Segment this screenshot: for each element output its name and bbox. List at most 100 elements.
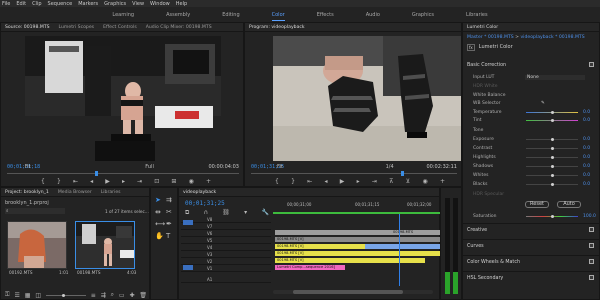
- tab-project[interactable]: Project: brooklyn_1: [5, 190, 49, 195]
- whites-knob[interactable]: [551, 174, 554, 177]
- tint-value[interactable]: 0.0: [583, 118, 590, 123]
- tab-sequence[interactable]: videoplayback: [183, 190, 216, 195]
- list-view-icon[interactable]: ☰: [14, 292, 19, 299]
- shadows-value[interactable]: 0.0: [583, 164, 590, 169]
- color-wheels-checkbox[interactable]: [589, 259, 594, 264]
- menu-window[interactable]: Window: [150, 1, 170, 7]
- program-export-frame-icon[interactable]: ◉: [422, 178, 427, 185]
- overwrite-icon[interactable]: ⊞: [171, 178, 176, 185]
- source-patch-v8[interactable]: [183, 220, 193, 225]
- menu-view[interactable]: View: [132, 1, 144, 7]
- program-mark-out-icon[interactable]: }: [291, 178, 295, 185]
- zoom-slider[interactable]: [45, 293, 86, 297]
- menu-sequence[interactable]: Sequence: [48, 1, 73, 7]
- whites-value[interactable]: 0.0: [583, 173, 590, 178]
- source-scrubber[interactable]: [7, 171, 239, 176]
- blacks-knob[interactable]: [551, 183, 554, 186]
- work-area-bar[interactable]: [273, 212, 441, 214]
- workspace-effects[interactable]: Effects: [317, 12, 334, 18]
- timeline-scrollbar[interactable]: [273, 290, 433, 294]
- track-header-v2[interactable]: V2: [181, 258, 271, 265]
- add-button-icon[interactable]: +: [206, 178, 211, 185]
- saturation-value[interactable]: 100.0: [583, 214, 596, 219]
- curves-checkbox[interactable]: [589, 243, 594, 248]
- workspace-color[interactable]: Color: [271, 12, 285, 21]
- timeline-playhead[interactable]: [399, 214, 400, 286]
- program-add-button-icon[interactable]: +: [440, 178, 445, 185]
- exposure-knob[interactable]: [551, 138, 554, 141]
- exposure-value[interactable]: 0.0: [583, 137, 590, 142]
- track-header-v6[interactable]: V6: [181, 230, 271, 237]
- creative-checkbox[interactable]: [589, 227, 594, 232]
- track-header-a1[interactable]: A1: [181, 276, 271, 283]
- menu-graphics[interactable]: Graphics: [104, 1, 126, 7]
- lumetri-clip[interactable]: videoplayback * 00198.MTS: [520, 35, 584, 40]
- workspace-libraries[interactable]: Libraries: [466, 12, 488, 18]
- temperature-value[interactable]: 0.0: [583, 110, 590, 115]
- menu-file[interactable]: File: [2, 1, 10, 7]
- snap-icon[interactable]: ∩: [204, 209, 208, 216]
- eyedropper-icon[interactable]: ✎: [541, 101, 545, 106]
- workspace-assembly[interactable]: Assembly: [166, 12, 190, 18]
- program-page[interactable]: 1/4: [386, 164, 394, 170]
- hsl-checkbox[interactable]: [589, 275, 594, 280]
- creative-header[interactable]: Creative: [467, 228, 487, 233]
- track-header-v5[interactable]: V5: [181, 237, 271, 244]
- project-search-input[interactable]: ⌕: [5, 208, 65, 214]
- saturation-slider[interactable]: [526, 215, 578, 218]
- program-fit[interactable]: Fit: [277, 164, 283, 170]
- source-full[interactable]: Full: [145, 164, 154, 170]
- tint-slider[interactable]: [526, 119, 578, 122]
- track-select-tool-icon[interactable]: ⇉: [166, 196, 172, 204]
- contrast-value[interactable]: 0.0: [583, 146, 590, 151]
- blacks-value[interactable]: 0.0: [583, 182, 590, 187]
- trash-icon[interactable]: 🗑: [139, 292, 147, 299]
- timeline-ruler[interactable]: 00;00;31;00 00;01;31;15 00;01;32;00: [273, 200, 441, 214]
- tab-lumetri-scopes[interactable]: Lumetri Scopes: [59, 25, 95, 30]
- exposure-slider[interactable]: [526, 138, 578, 141]
- timeline-timecode[interactable]: 00;01;31;25: [185, 200, 225, 207]
- lock-icon[interactable]: ⚿: [5, 291, 10, 299]
- go-to-out-icon[interactable]: ⇥: [137, 178, 142, 185]
- color-wheels-header[interactable]: Color Wheels & Match: [467, 260, 520, 265]
- tab-effect-controls[interactable]: Effect Controls: [103, 25, 137, 30]
- temperature-knob[interactable]: [551, 111, 554, 114]
- highlights-knob[interactable]: [551, 156, 554, 159]
- go-to-in-icon[interactable]: ⇤: [73, 178, 78, 185]
- workspace-graphics[interactable]: Graphics: [412, 12, 434, 18]
- clip-thumb-00198[interactable]: [75, 221, 135, 269]
- insert-icon[interactable]: ⊡: [154, 178, 159, 185]
- source-playhead[interactable]: [95, 171, 98, 176]
- reset-button[interactable]: Reset: [525, 201, 549, 208]
- timeline-scroll-thumb[interactable]: [293, 290, 403, 294]
- type-tool-icon[interactable]: T: [166, 232, 170, 240]
- clip-v2-00198[interactable]: 00198.MTS [V]: [275, 258, 425, 263]
- workspace-learning[interactable]: Learning: [112, 12, 134, 18]
- clip-v5-00198[interactable]: 00198.MTS [V]: [275, 237, 441, 242]
- icon-view-icon[interactable]: ▦: [25, 292, 31, 299]
- timeline-settings-icon[interactable]: 🔧: [261, 209, 268, 216]
- program-step-forward-icon[interactable]: ▸: [357, 178, 360, 185]
- source-fit[interactable]: Fit: [25, 164, 31, 170]
- linked-selection-icon[interactable]: ⛓: [222, 209, 230, 216]
- shadows-slider[interactable]: [526, 165, 578, 168]
- tab-source[interactable]: Source: 00198.MTS: [5, 25, 50, 30]
- step-back-icon[interactable]: ◂: [90, 178, 93, 185]
- hsl-secondary-header[interactable]: HSL Secondary: [467, 276, 503, 281]
- tab-lumetri-color[interactable]: Lumetri Color: [467, 25, 498, 30]
- lumetri-master[interactable]: Master * 00198.MTS: [467, 35, 514, 40]
- new-item-icon[interactable]: ✚: [129, 292, 134, 299]
- play-icon[interactable]: ▶: [105, 178, 110, 185]
- clip-v1-lumetri-comp[interactable]: Lumetri Comp...sequence 2016]: [275, 265, 345, 270]
- pen-tool-icon[interactable]: ✒: [166, 220, 172, 228]
- freeform-view-icon[interactable]: ◫: [35, 292, 41, 299]
- mark-in-icon[interactable]: {: [41, 178, 45, 185]
- program-play-icon[interactable]: ▶: [340, 178, 345, 185]
- auto-button[interactable]: Auto: [557, 201, 581, 208]
- track-header-v3[interactable]: V3: [181, 251, 271, 258]
- tab-libraries[interactable]: Libraries: [101, 190, 121, 195]
- source-timecode-in[interactable]: 00;01;31;18: [7, 164, 40, 170]
- automate-icon[interactable]: ⇶: [101, 292, 106, 299]
- track-header-v1[interactable]: V1: [181, 265, 271, 272]
- extract-icon[interactable]: ⊻: [406, 178, 410, 185]
